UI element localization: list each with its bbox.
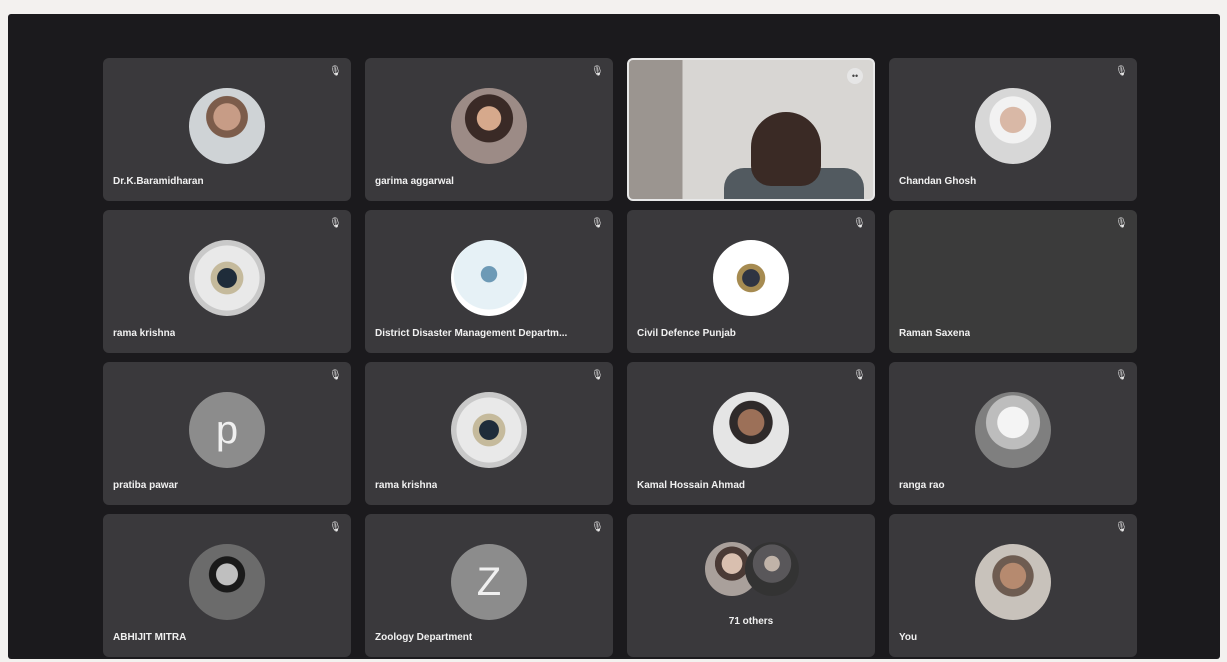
mic-muted-icon: 🎙 [329, 522, 342, 533]
avatar [975, 391, 1051, 468]
avatar-emblem [189, 239, 265, 316]
participant-name: You [899, 632, 918, 643]
avatar-emblem [713, 239, 789, 316]
avatar [189, 543, 265, 620]
participant-name: ABHIJIT MITRA [113, 632, 187, 643]
participant-tile[interactable]: 🎙 rama krishna [365, 362, 613, 505]
participant-name: Zoology Department [375, 632, 473, 643]
participant-tile[interactable]: 🎙 Z Zoology Department [365, 514, 613, 657]
mic-muted-icon: 🎙 [591, 370, 604, 381]
mic-muted-icon: 🎙 [853, 218, 866, 229]
mic-muted-icon: 🎙 [1115, 66, 1128, 77]
avatar [745, 542, 799, 596]
participant-tile-self[interactable]: 🎙 You [889, 514, 1137, 657]
participant-name: pratiba pawar [113, 480, 179, 491]
participant-name: garima aggarwal [375, 176, 454, 187]
mic-muted-icon: 🎙 [329, 66, 342, 77]
participant-tile[interactable]: 🎙 Kamal Hossain Ahmad [627, 362, 875, 505]
avatar [189, 87, 265, 164]
avatar-emblem [451, 391, 527, 468]
mic-muted-icon: 🎙 [853, 370, 866, 381]
participant-name: Chandan Ghosh [899, 176, 977, 187]
mic-muted-icon: 🎙 [591, 66, 604, 77]
participant-tile[interactable]: 🎙 Raman Saxena [889, 210, 1137, 353]
participant-name: ranga rao [899, 480, 945, 491]
participant-tile[interactable]: 🎙 rama krishna [103, 210, 351, 353]
participant-tile[interactable]: 🎙 ranga rao [889, 362, 1137, 505]
others-avatars [701, 542, 811, 602]
participant-tile[interactable]: 🎙 Dr.K.Baramidharan [103, 58, 351, 201]
participant-name: Kamal Hossain Ahmad [637, 480, 745, 491]
mic-muted-icon: 🎙 [329, 370, 342, 381]
participant-tile[interactable]: 🎙 p pratiba pawar [103, 362, 351, 505]
participant-name: Civil Defence Punjab [637, 328, 736, 339]
participant-tile[interactable]: 🎙 garima aggarwal [365, 58, 613, 201]
mic-muted-icon: 🎙 [1115, 370, 1128, 381]
participant-name: District Disaster Management Departm... [375, 328, 568, 339]
avatar [975, 543, 1051, 620]
participant-tile[interactable]: 🎙 ABHIJIT MITRA [103, 514, 351, 657]
mic-muted-icon: 🎙 [1115, 218, 1128, 229]
participant-tile[interactable]: 🎙 Chandan Ghosh [889, 58, 1137, 201]
participant-name: rama krishna [375, 480, 438, 491]
avatar-logo [451, 239, 527, 316]
mic-muted-icon: 🎙 [1115, 522, 1128, 533]
mic-muted-icon: 🎙 [591, 522, 604, 533]
avatar [975, 87, 1051, 164]
video-person-head [751, 112, 821, 186]
mic-muted-icon: 🎙 [591, 218, 604, 229]
participant-tile[interactable]: 🎙 Civil Defence Punjab [627, 210, 875, 353]
others-tile[interactable]: 71 others [627, 514, 875, 657]
avatar-letter: p [189, 391, 265, 468]
meeting-screen: 🎙 Dr.K.Baramidharan 🎙 garima aggarwal ••… [8, 14, 1220, 659]
others-count-label: 71 others [728, 616, 774, 627]
mic-muted-icon: 🎙 [329, 218, 342, 229]
avatar [713, 391, 789, 468]
participant-video-tile[interactable]: •• [627, 58, 875, 201]
avatar-letter: Z [451, 543, 527, 620]
participant-name: rama krishna [113, 328, 176, 339]
participant-name: Dr.K.Baramidharan [113, 176, 204, 187]
pin-icon[interactable]: •• [847, 68, 863, 84]
participant-grid: 🎙 Dr.K.Baramidharan 🎙 garima aggarwal ••… [103, 58, 1138, 658]
avatar [451, 87, 527, 164]
participant-name: Raman Saxena [899, 328, 971, 339]
participant-tile[interactable]: 🎙 District Disaster Management Departm..… [365, 210, 613, 353]
